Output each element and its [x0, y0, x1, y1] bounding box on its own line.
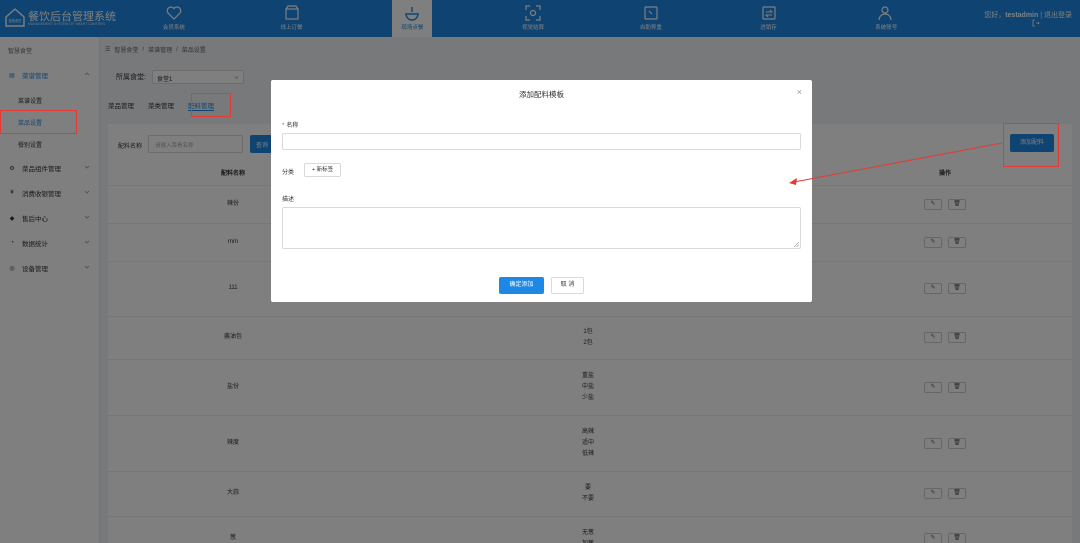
resize-handle-icon[interactable]: [794, 242, 799, 247]
add-ingredient-template-dialog: 添加配料模板 × * 名称 分类 + 新标签 描述 确定添加 取 消: [271, 80, 812, 302]
annotation-box-dish-settings: [0, 110, 77, 134]
confirm-add-button[interactable]: 确定添加: [499, 277, 544, 294]
name-label: * 名称: [282, 120, 298, 129]
name-label-text: 名称: [286, 123, 299, 129]
add-tag-button[interactable]: + 新标签: [304, 163, 341, 177]
close-icon[interactable]: ×: [797, 87, 802, 97]
description-textarea[interactable]: [282, 207, 801, 249]
annotation-arrow: [789, 142, 1003, 185]
description-label: 描述: [282, 197, 295, 203]
dialog-title: 添加配料模板: [519, 90, 564, 99]
category-label: 分类: [282, 170, 295, 176]
cancel-button[interactable]: 取 消: [551, 277, 584, 294]
annotation-box-ingredient-tab: [191, 93, 231, 117]
required-mark: *: [282, 123, 285, 129]
name-input[interactable]: [282, 133, 801, 150]
